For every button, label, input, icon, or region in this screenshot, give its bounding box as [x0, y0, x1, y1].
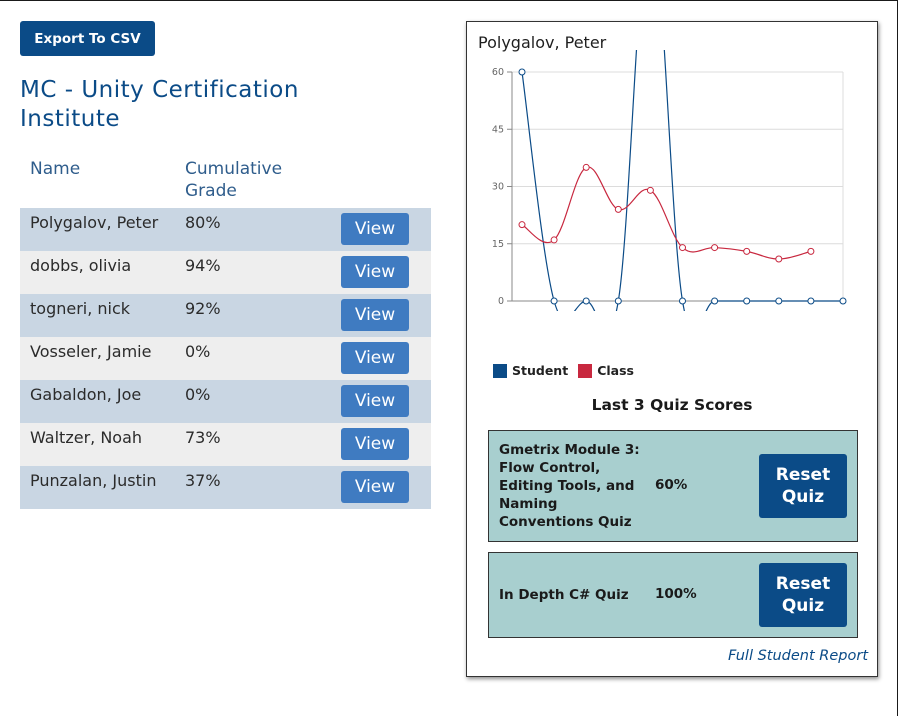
student-name-cell: Polygalov, Peter: [30, 213, 159, 232]
legend-swatch-student: [493, 363, 507, 378]
data-point-student: [614, 297, 622, 305]
data-point-class: [807, 247, 815, 255]
grid-header: Name Cumulative Grade: [20, 158, 431, 208]
data-point-class: [679, 244, 686, 252]
data-point-student: [743, 297, 751, 305]
view-button[interactable]: View: [341, 471, 409, 503]
view-button[interactable]: View: [341, 213, 409, 245]
table-row[interactable]: Waltzer, Noah 73% View: [20, 423, 431, 466]
student-name-cell: Punzalan, Justin: [30, 471, 157, 490]
table-row[interactable]: Punzalan, Justin 37% View: [20, 466, 431, 509]
data-point-student: [679, 297, 686, 305]
data-point-class: [582, 163, 590, 171]
table-row[interactable]: togneri, nick 92% View: [20, 294, 431, 337]
grade-cell: 0%: [185, 342, 211, 361]
table-row[interactable]: Vosseler, Jamie 0% View: [20, 337, 431, 380]
data-point-student: [807, 297, 815, 305]
student-name-cell: dobbs, olivia: [30, 256, 132, 275]
quiz-name: In Depth C# Quiz: [499, 587, 629, 603]
student-name-cell: Gabaldon, Joe: [30, 385, 142, 404]
y-tick-label: 60: [492, 67, 504, 78]
legend-swatch-class: [578, 363, 593, 378]
data-point-student: [550, 297, 558, 305]
export-csv-button[interactable]: Export To CSV: [20, 21, 155, 56]
view-button[interactable]: View: [341, 385, 409, 417]
page-title: MC - Unity Certification Institute: [20, 77, 299, 132]
grade-cell: 92%: [185, 299, 221, 318]
data-point-student: [711, 297, 719, 305]
reset-quiz-button[interactable]: Reset Quiz: [759, 454, 847, 518]
student-grid: Polygalov, Peter 80% View dobbs, olivia …: [20, 208, 431, 509]
data-point-class: [550, 236, 558, 244]
table-row[interactable]: dobbs, olivia 94% View: [20, 251, 431, 294]
column-header-name[interactable]: Name: [30, 158, 80, 180]
series-line-class: [521, 166, 812, 260]
data-point-class: [775, 255, 783, 263]
grade-cell: 37%: [185, 471, 221, 490]
y-tick-label: 30: [492, 182, 504, 193]
quiz-card: Gmetrix Module 3: Flow Control, Editing …: [488, 430, 858, 542]
quiz-score: 100%: [655, 586, 697, 602]
view-button[interactable]: View: [341, 342, 409, 374]
legend-label-class: Class: [597, 363, 634, 378]
table-row[interactable]: Polygalov, Peter 80% View: [20, 208, 431, 251]
y-tick-label: 15: [492, 239, 504, 250]
quiz-section-title: Last 3 Quiz Scores: [591, 396, 753, 414]
data-point-class: [518, 221, 526, 229]
full-student-report-link[interactable]: Full Student Report: [728, 648, 868, 664]
quiz-score: 60%: [655, 477, 688, 493]
data-point-class: [743, 247, 751, 255]
view-button[interactable]: View: [341, 256, 409, 288]
quiz-name: Gmetrix Module 3: Flow Control, Editing …: [499, 442, 640, 530]
series-line-student: [521, 50, 843, 311]
grade-cell: 73%: [185, 428, 221, 447]
grade-cell: 0%: [185, 385, 211, 404]
data-point-student: [518, 68, 526, 76]
view-button[interactable]: View: [341, 428, 409, 460]
student-name-cell: togneri, nick: [30, 299, 131, 318]
data-point-class: [646, 186, 654, 194]
column-header-grade[interactable]: Cumulative Grade: [185, 158, 305, 202]
y-tick-label: 45: [492, 124, 504, 135]
quiz-card: In Depth C# Quiz 100% Reset Quiz: [488, 552, 858, 638]
data-point-class: [711, 244, 719, 252]
data-point-student: [839, 297, 847, 305]
grade-cell: 80%: [185, 213, 221, 232]
student-name-cell: Waltzer, Noah: [30, 428, 143, 447]
data-point-student: [582, 297, 590, 305]
legend-item-class[interactable]: Class: [578, 363, 634, 378]
view-button[interactable]: View: [341, 299, 409, 331]
student-name-cell: Vosseler, Jamie: [30, 342, 152, 361]
chart-legend: Student Class: [493, 363, 644, 378]
reset-quiz-button[interactable]: Reset Quiz: [759, 563, 847, 627]
data-point-class: [614, 205, 622, 213]
legend-label-student: Student: [512, 363, 569, 378]
table-row[interactable]: Gabaldon, Joe 0% View: [20, 380, 431, 423]
data-point-student: [775, 297, 783, 305]
student-detail-panel: Polygalov, Peter 0 15 30 45 60 Student Class…: [466, 21, 878, 677]
legend-item-student[interactable]: Student: [493, 363, 568, 378]
grade-line-chart: 0 15 30 45 60: [492, 50, 847, 311]
grade-cell: 94%: [185, 256, 221, 275]
y-tick-label: 0: [498, 296, 504, 307]
